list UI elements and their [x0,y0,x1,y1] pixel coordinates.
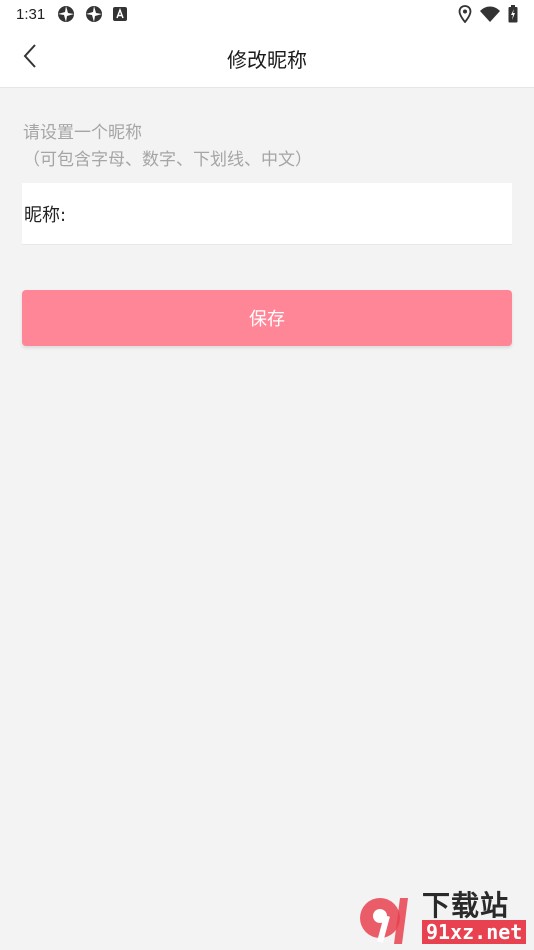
hint-line-2: （可包含字母、数字、下划线、中文） [23,150,312,170]
watermark-url: 91xz.net [422,920,527,944]
aperture-icon [85,5,103,23]
page-title: 修改昵称 [227,47,307,72]
status-bar: 1:31 [0,0,534,28]
nickname-hint: 请设置一个昵称 （可包含字母、数字、下划线、中文） [23,120,312,174]
status-time: 1:31 [16,5,46,23]
nickname-input[interactable] [66,183,512,244]
aperture-icon [57,5,75,23]
watermark-logo [360,898,408,944]
nickname-label: 昵称: [24,204,67,226]
hint-line-1: 请设置一个昵称 [23,123,142,143]
save-button[interactable]: 保存 [22,290,512,346]
watermark-title: 下载站 [422,889,510,922]
status-bar-left: 1:31 [16,5,128,23]
location-icon [458,5,472,23]
status-bar-right [458,5,518,23]
wifi-icon [480,6,500,22]
app-bar: 修改昵称 [0,28,534,88]
nickname-row: 昵称: [22,183,512,245]
watermark: 下载站 91xz.net [358,890,530,948]
battery-charging-icon [508,5,518,23]
font-a-icon [113,7,128,21]
